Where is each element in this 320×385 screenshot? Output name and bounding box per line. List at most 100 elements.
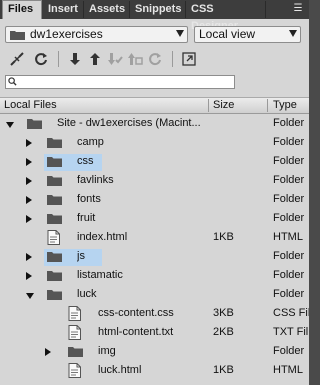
folder-icon: [47, 138, 62, 148]
folder-icon: [47, 271, 62, 281]
file-icon: [68, 306, 81, 321]
column-header-local-files[interactable]: Local Files: [4, 98, 57, 113]
file-type: CSS Fil: [273, 307, 309, 319]
disconnect-icon[interactable]: [8, 50, 26, 68]
file-type: HTML: [273, 231, 303, 243]
folder-icon: [47, 252, 62, 262]
sync-icon[interactable]: [146, 50, 164, 68]
disclosure-collapsed-icon[interactable]: [26, 272, 32, 280]
file-list-header: Local Files Size Type: [0, 97, 309, 114]
disclosure-collapsed-icon[interactable]: [26, 139, 32, 147]
view-select[interactable]: Local view: [194, 26, 301, 43]
folder-row[interactable]: Site - dw1exercises (Macint... Folder: [0, 114, 309, 133]
site-folder-icon: [27, 119, 42, 129]
file-type: Folder: [273, 288, 305, 300]
folder-icon: [47, 157, 62, 167]
folder-row[interactable]: img Folder: [0, 342, 309, 361]
folder-row[interactable]: listamatic Folder: [0, 266, 309, 285]
view-select-value: Local view: [199, 27, 256, 41]
file-name: img: [98, 345, 116, 357]
disclosure-collapsed-icon[interactable]: [26, 253, 32, 261]
get-files-icon[interactable]: [66, 50, 84, 68]
file-type: Folder: [273, 174, 305, 186]
tab-css-designer[interactable]: CSS Designer: [186, 1, 266, 32]
file-name: listamatic: [77, 269, 123, 281]
column-divider[interactable]: [208, 99, 209, 112]
file-row[interactable]: luck.html 1KB HTML: [0, 361, 309, 380]
file-name: Site - dw1exercises (Macint...: [57, 117, 201, 129]
chevron-down-icon: [176, 30, 184, 37]
file-type: Folder: [273, 345, 305, 357]
files-panel: Files Insert Assets Snippets CSS Designe…: [0, 0, 309, 385]
disclosure-expanded-icon[interactable]: [26, 293, 34, 299]
tab-insert[interactable]: Insert: [43, 1, 84, 18]
file-name: html-content.txt: [98, 326, 174, 338]
file-name: fruit: [77, 212, 96, 224]
file-type: Folder: [273, 269, 305, 281]
files-toolbar: [0, 47, 309, 73]
toolbar-divider: [58, 51, 59, 67]
file-name: luck: [77, 288, 97, 300]
tab-snippets[interactable]: Snippets: [130, 1, 186, 18]
chevron-down-icon: [289, 30, 297, 37]
file-name: css-content.css: [98, 307, 174, 319]
folder-icon: [47, 195, 62, 205]
folder-icon: [47, 176, 62, 186]
toolbar-divider: [172, 51, 173, 67]
file-name: css: [77, 155, 94, 167]
file-size: 1KB: [213, 364, 234, 376]
file-type: Folder: [273, 155, 305, 167]
file-type: Folder: [273, 136, 305, 148]
column-header-size[interactable]: Size: [213, 98, 234, 113]
file-row[interactable]: index.html 1KB HTML: [0, 228, 309, 247]
panel-tab-bar: Files Insert Assets Snippets CSS Designe…: [0, 0, 309, 32]
file-type: HTML: [273, 364, 303, 376]
site-select[interactable]: dw1exercises: [5, 26, 188, 43]
folder-icon: [68, 347, 83, 357]
check-out-icon[interactable]: [106, 50, 124, 68]
disclosure-collapsed-icon[interactable]: [26, 215, 32, 223]
site-select-value: dw1exercises: [30, 27, 103, 41]
folder-row[interactable]: css Folder: [0, 152, 309, 171]
file-name: luck.html: [98, 364, 142, 376]
column-header-type[interactable]: Type: [273, 98, 297, 113]
folder-row[interactable]: fruit Folder: [0, 209, 309, 228]
folder-row[interactable]: fonts Folder: [0, 190, 309, 209]
disclosure-collapsed-icon[interactable]: [26, 177, 32, 185]
put-files-icon[interactable]: [86, 50, 104, 68]
disclosure-collapsed-icon[interactable]: [26, 196, 32, 204]
file-icon: [68, 363, 81, 378]
tab-assets[interactable]: Assets: [84, 1, 130, 18]
file-type: Folder: [273, 250, 305, 262]
folder-row[interactable]: favlinks Folder: [0, 171, 309, 190]
file-type: Folder: [273, 117, 305, 129]
folder-icon: [47, 290, 62, 300]
tab-files[interactable]: Files: [2, 0, 42, 19]
file-size: 3KB: [213, 307, 234, 319]
refresh-icon[interactable]: [32, 50, 50, 68]
disclosure-expanded-icon[interactable]: [6, 122, 14, 128]
folder-icon: [47, 214, 62, 224]
folder-row[interactable]: luck Folder: [0, 285, 309, 304]
search-input[interactable]: [5, 75, 235, 89]
disclosure-collapsed-icon[interactable]: [26, 158, 32, 166]
file-name: favlinks: [77, 174, 114, 186]
file-name: fonts: [77, 193, 101, 205]
search-icon: [8, 77, 17, 86]
file-row[interactable]: html-content.txt 2KB TXT Fil: [0, 323, 309, 342]
disclosure-collapsed-icon[interactable]: [45, 348, 51, 356]
column-divider[interactable]: [267, 99, 268, 112]
folder-row[interactable]: camp Folder: [0, 133, 309, 152]
panel-menu-icon[interactable]: ☰: [291, 2, 305, 16]
file-row[interactable]: css-content.css 3KB CSS Fil: [0, 304, 309, 323]
file-name: js: [77, 250, 85, 262]
folder-row[interactable]: js Folder: [0, 247, 309, 266]
check-in-icon[interactable]: [126, 50, 144, 68]
file-type: Folder: [273, 212, 305, 224]
file-type: TXT Fil: [273, 326, 309, 338]
file-size: 2KB: [213, 326, 234, 338]
expand-icon[interactable]: [180, 50, 198, 68]
file-name: index.html: [77, 231, 128, 243]
file-name: camp: [77, 136, 104, 148]
file-size: 1KB: [213, 231, 234, 243]
